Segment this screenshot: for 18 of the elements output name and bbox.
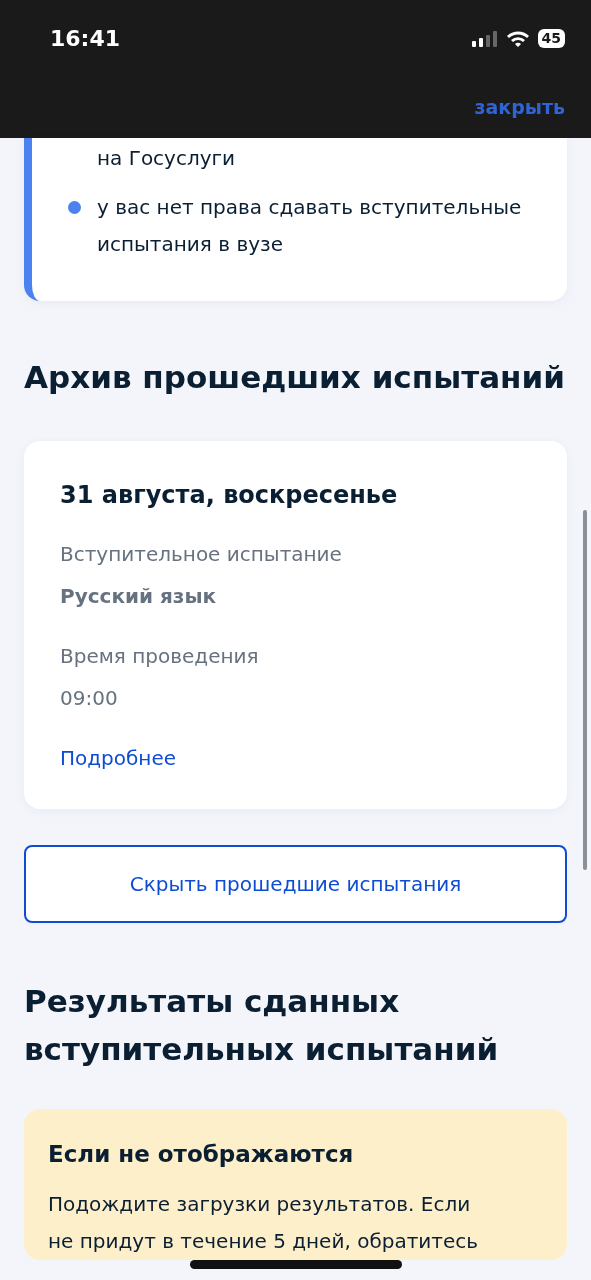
section-heading: Архив прошедших испытаний bbox=[24, 358, 566, 397]
exam-date: 31 августа, воскресенье bbox=[60, 480, 399, 511]
alert-title: Если не отображаются bbox=[48, 1140, 355, 1169]
section-heading: Результаты сданных вступительных испытаний bbox=[24, 982, 500, 1069]
hide-past-button[interactable]: Скрыть прошедшие испытания bbox=[24, 845, 567, 923]
bullet-dot bbox=[68, 201, 81, 214]
wifi-icon bbox=[505, 30, 530, 47]
notice-text: у вас нет права сдавать вступительные испытания в вузе bbox=[97, 194, 523, 258]
battery-level: 45 bbox=[537, 29, 565, 48]
field-value: Русский язык bbox=[60, 583, 218, 610]
field-label: Время проведения bbox=[60, 643, 260, 670]
clock-time: 16:41 bbox=[50, 25, 121, 53]
field-value: 09:00 bbox=[60, 685, 119, 712]
details-link[interactable]: Подробнее bbox=[60, 746, 177, 770]
field-label: Вступительное испытание bbox=[60, 541, 343, 568]
notice-text: на Госуслуги bbox=[97, 145, 236, 172]
signal-icon bbox=[471, 30, 498, 47]
alert-text: Подождите загрузки результатов. Если не придут в течение 5 дней, обратитесь bbox=[48, 1190, 480, 1255]
